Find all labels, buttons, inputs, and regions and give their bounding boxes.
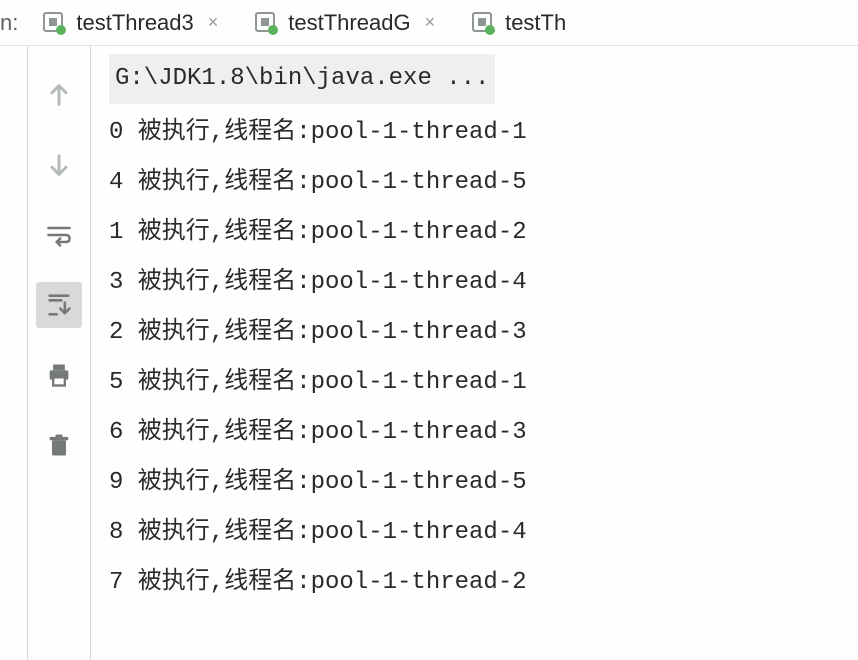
trash-icon bbox=[45, 431, 73, 459]
left-gutter bbox=[0, 46, 28, 660]
console-command-line: G:\JDK1.8\bin\java.exe ... bbox=[109, 54, 495, 104]
console-line: 7 被执行,线程名:pool-1-thread-2 bbox=[109, 558, 858, 608]
run-tabs-bar: n: testThread3 × testThreadG × bbox=[0, 0, 858, 46]
console-line: 6 被执行,线程名:pool-1-thread-3 bbox=[109, 408, 858, 458]
console-toolbar bbox=[28, 46, 90, 660]
console-line: 5 被执行,线程名:pool-1-thread-1 bbox=[109, 358, 858, 408]
down-button[interactable] bbox=[36, 142, 82, 188]
tab-label: testThreadG bbox=[288, 10, 410, 36]
console-line: 0 被执行,线程名:pool-1-thread-1 bbox=[109, 108, 858, 158]
console-line: 3 被执行,线程名:pool-1-thread-4 bbox=[109, 258, 858, 308]
tab-testthread3[interactable]: testThread3 × bbox=[24, 0, 236, 45]
close-icon[interactable]: × bbox=[204, 12, 219, 33]
console-line: 9 被执行,线程名:pool-1-thread-5 bbox=[109, 458, 858, 508]
run-config-icon bbox=[471, 11, 495, 35]
tab-label: testTh bbox=[505, 10, 566, 36]
console-output[interactable]: G:\JDK1.8\bin\java.exe ... 0 被执行,线程名:poo… bbox=[90, 46, 858, 660]
print-button[interactable] bbox=[36, 352, 82, 398]
delete-button[interactable] bbox=[36, 422, 82, 468]
scroll-to-end-icon bbox=[45, 291, 73, 319]
main-area: G:\JDK1.8\bin\java.exe ... 0 被执行,线程名:poo… bbox=[0, 46, 858, 660]
close-icon[interactable]: × bbox=[421, 12, 436, 33]
console-line: 4 被执行,线程名:pool-1-thread-5 bbox=[109, 158, 858, 208]
tab-testthreadg[interactable]: testThreadG × bbox=[236, 0, 453, 45]
console-line: 2 被执行,线程名:pool-1-thread-3 bbox=[109, 308, 858, 358]
arrow-up-icon bbox=[45, 81, 73, 109]
arrow-down-icon bbox=[45, 151, 73, 179]
tab-label: testThread3 bbox=[76, 10, 193, 36]
print-icon bbox=[45, 361, 73, 389]
tab-testth[interactable]: testTh bbox=[453, 0, 584, 45]
soft-wrap-button[interactable] bbox=[36, 212, 82, 258]
soft-wrap-icon bbox=[45, 221, 73, 249]
console-line: 8 被执行,线程名:pool-1-thread-4 bbox=[109, 508, 858, 558]
scroll-to-end-button[interactable] bbox=[36, 282, 82, 328]
console-line: 1 被执行,线程名:pool-1-thread-2 bbox=[109, 208, 858, 258]
run-label: n: bbox=[0, 10, 24, 36]
run-config-icon bbox=[42, 11, 66, 35]
up-button[interactable] bbox=[36, 72, 82, 118]
run-config-icon bbox=[254, 11, 278, 35]
